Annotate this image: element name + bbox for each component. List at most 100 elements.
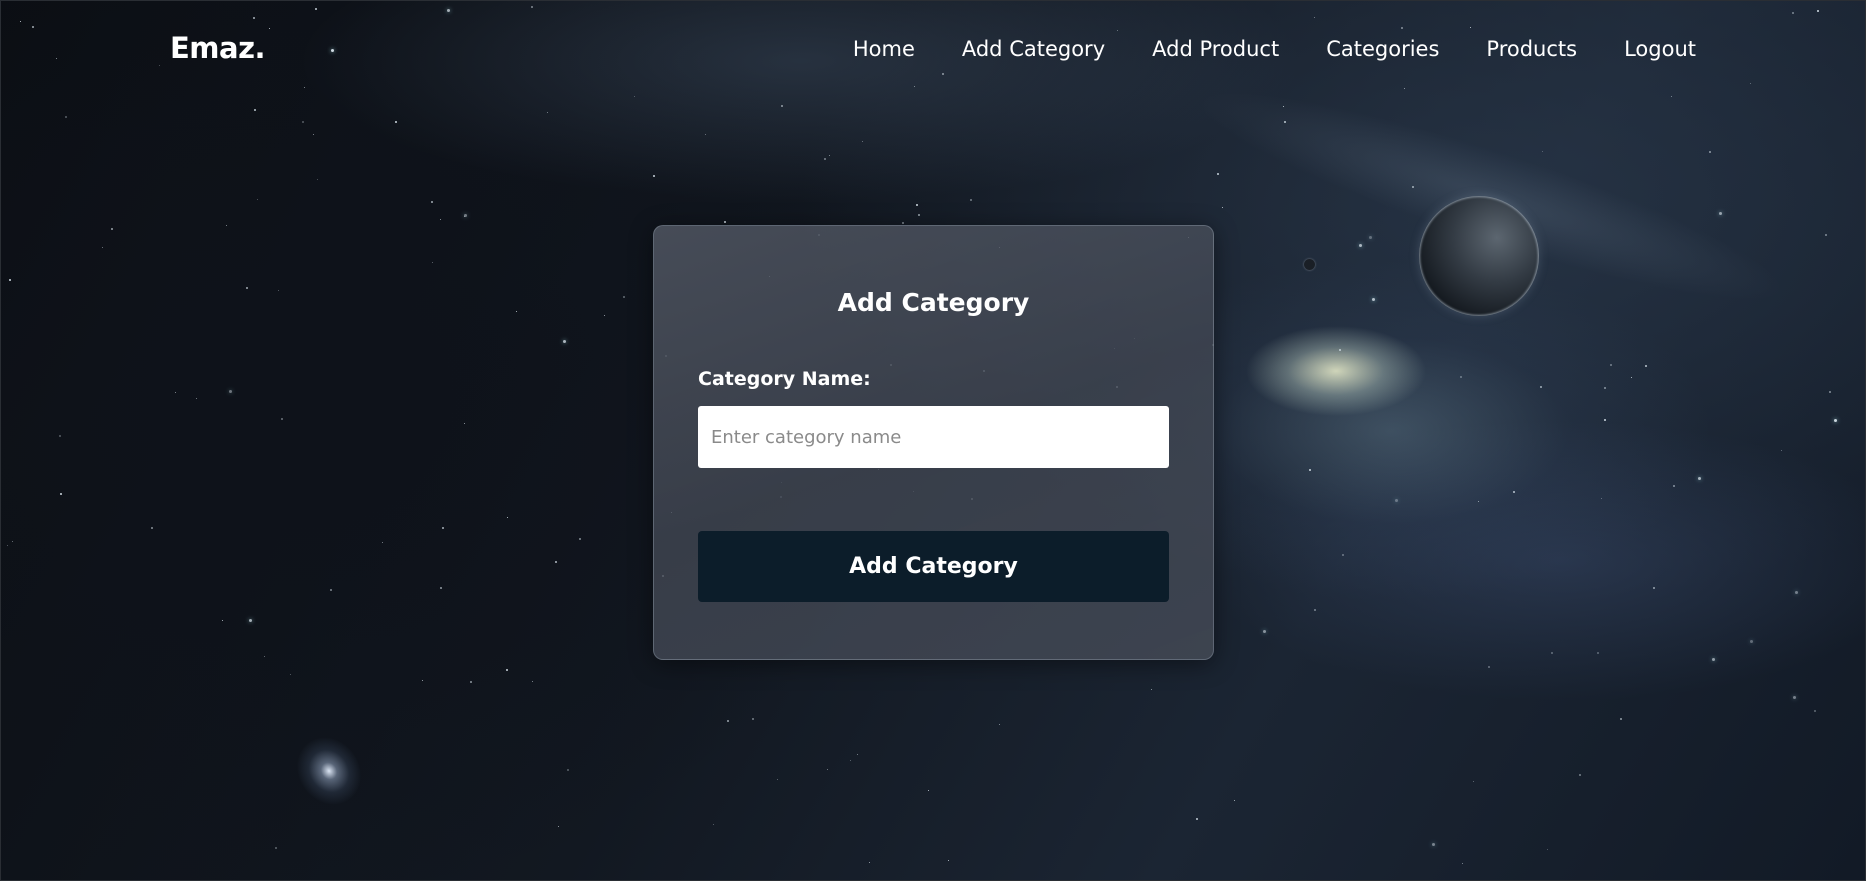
nav-link-logout[interactable]: Logout [1624, 37, 1696, 61]
star [264, 656, 265, 657]
star [7, 545, 8, 546]
star [850, 760, 851, 761]
star [226, 225, 227, 226]
star [1314, 609, 1316, 611]
star [278, 290, 279, 291]
star [1645, 365, 1647, 367]
top-navigation: Emaz. Home Add Category Add Product Cate… [1, 1, 1865, 101]
nav-links: Home Add Category Add Product Categories… [853, 37, 1696, 61]
star [604, 315, 605, 316]
star [827, 769, 828, 770]
star [440, 219, 441, 220]
star [1542, 151, 1543, 152]
star [862, 141, 863, 142]
star [281, 418, 283, 420]
star [1793, 696, 1796, 699]
star [313, 134, 314, 135]
star [1597, 652, 1599, 654]
star [918, 214, 920, 216]
star [1795, 591, 1798, 594]
brand-logo[interactable]: Emaz. [170, 31, 266, 65]
star [249, 619, 252, 622]
star [1610, 364, 1612, 366]
star [948, 860, 949, 861]
star [1462, 863, 1463, 864]
star [1579, 774, 1581, 776]
star [1432, 843, 1435, 846]
star [869, 862, 870, 863]
star [111, 228, 113, 230]
nav-link-add-product[interactable]: Add Product [1152, 37, 1279, 61]
star [1478, 501, 1479, 502]
star [1750, 640, 1753, 643]
category-name-label: Category Name: [698, 368, 871, 390]
star [516, 311, 517, 312]
star [1488, 666, 1490, 668]
star [653, 175, 655, 177]
star [1284, 121, 1286, 123]
star [1513, 491, 1515, 493]
star [1372, 298, 1375, 301]
star [857, 754, 858, 755]
star [302, 121, 304, 123]
nav-link-categories[interactable]: Categories [1326, 37, 1439, 61]
add-category-card: Add Category Category Name: Add Category [653, 225, 1214, 660]
nav-link-home[interactable]: Home [853, 37, 915, 61]
star [440, 587, 442, 589]
star [713, 824, 714, 825]
star [442, 527, 444, 529]
moon-image [1304, 259, 1315, 270]
star [1540, 386, 1542, 388]
star [464, 214, 467, 217]
star [705, 134, 706, 135]
star [1217, 173, 1219, 175]
star [563, 340, 566, 343]
star [777, 779, 778, 780]
star [532, 681, 533, 682]
nav-link-products[interactable]: Products [1486, 37, 1577, 61]
star [464, 423, 465, 424]
star [222, 620, 223, 621]
star [330, 589, 332, 591]
star [928, 790, 929, 791]
star [431, 201, 433, 203]
star [1412, 186, 1414, 188]
star [555, 561, 557, 563]
star [1309, 469, 1311, 471]
star [275, 847, 277, 849]
star [1234, 800, 1235, 801]
star [9, 279, 11, 281]
star [1781, 450, 1782, 451]
nav-link-add-category[interactable]: Add Category [962, 37, 1105, 61]
star [902, 222, 904, 224]
star [257, 199, 258, 200]
star [1712, 658, 1715, 661]
star [395, 121, 397, 123]
star [1342, 554, 1344, 556]
star [1283, 106, 1284, 107]
star [1151, 689, 1152, 690]
star [382, 542, 383, 543]
star [254, 109, 256, 111]
star [1829, 391, 1831, 393]
star [916, 204, 918, 206]
category-name-input[interactable] [698, 406, 1169, 468]
star [623, 296, 625, 298]
star [1222, 207, 1223, 208]
star [290, 674, 291, 675]
add-category-button[interactable]: Add Category [698, 531, 1169, 602]
star [752, 718, 754, 720]
star [1719, 212, 1722, 215]
star [60, 493, 62, 495]
form-title: Add Category [837, 288, 1030, 317]
star [1620, 718, 1622, 720]
star [999, 724, 1000, 725]
star [1547, 849, 1548, 850]
star [1825, 234, 1827, 236]
star [432, 262, 433, 263]
star [1631, 377, 1632, 378]
star [579, 538, 581, 540]
star [1460, 376, 1462, 378]
star [1369, 236, 1372, 239]
star [1339, 349, 1341, 351]
